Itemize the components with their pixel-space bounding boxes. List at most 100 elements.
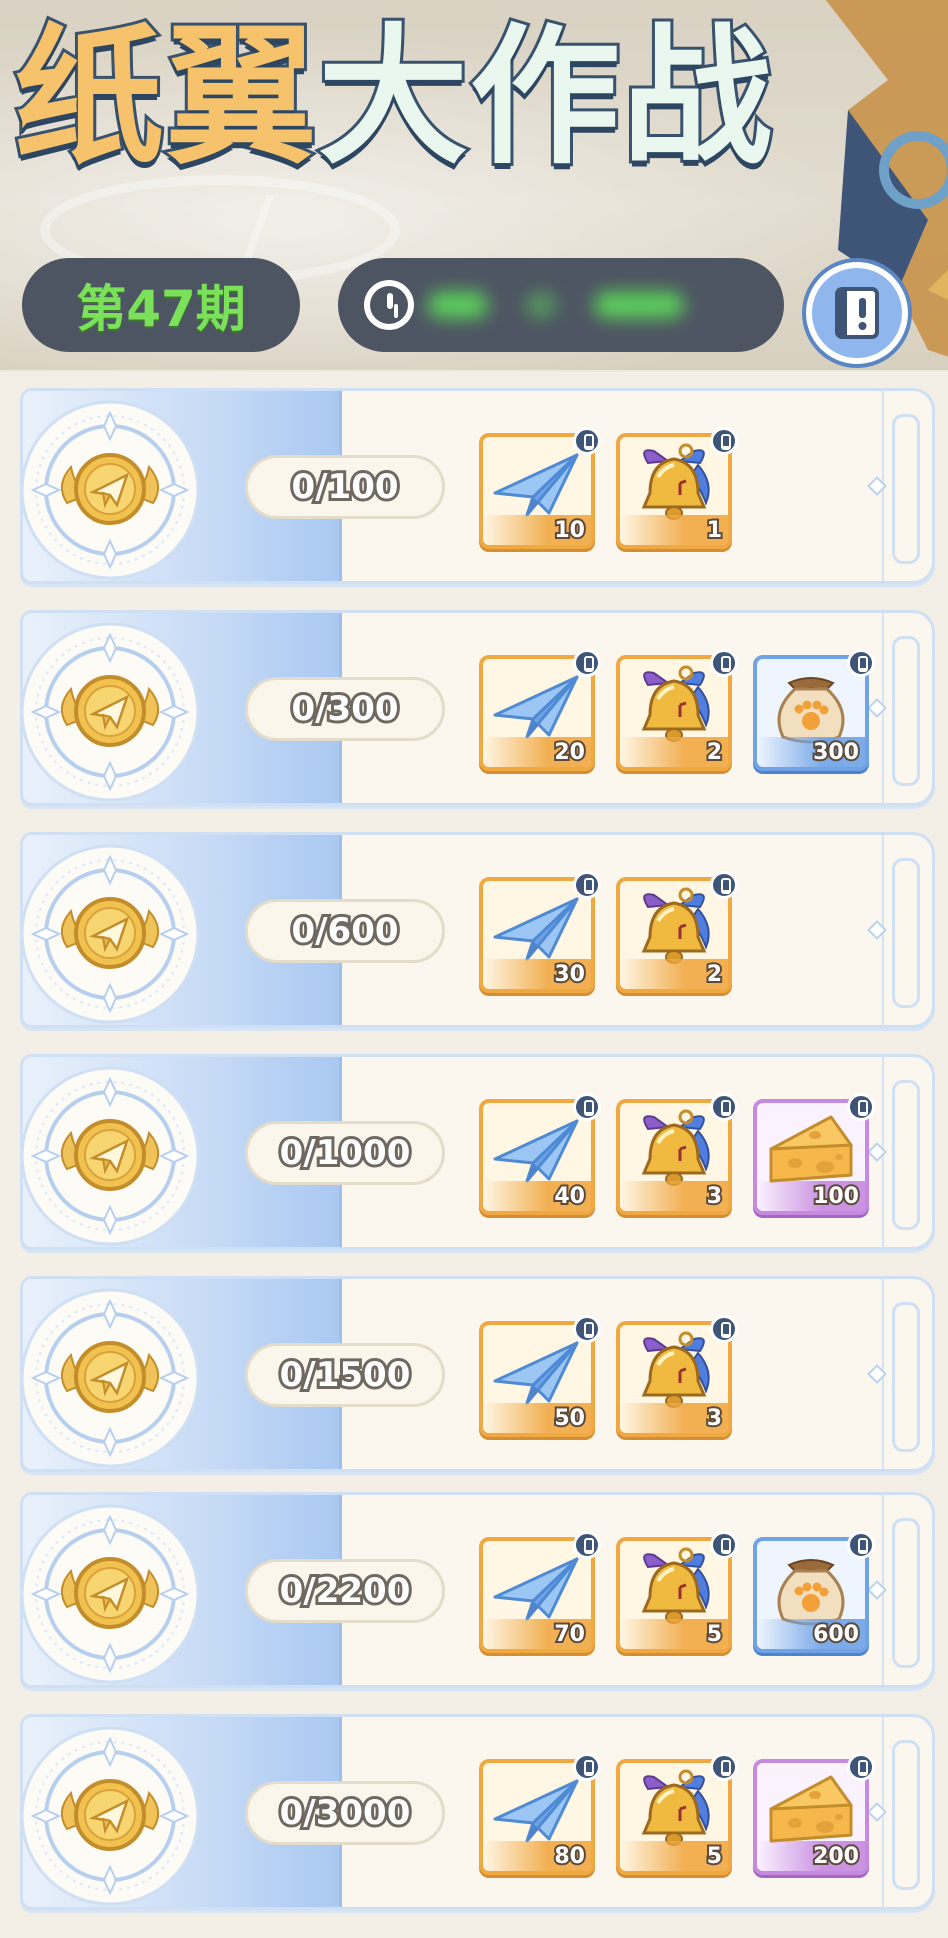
winged-coin-medal-icon — [20, 1499, 205, 1688]
item-quantity: 2 — [705, 738, 724, 767]
milestone-row: 0/100 10 1 — [20, 388, 935, 584]
item-quantity: 3 — [705, 1404, 724, 1433]
reward-item[interactable]: 50 — [479, 1315, 601, 1437]
rules-button[interactable] — [806, 262, 908, 364]
paper-plane-icon — [491, 1331, 583, 1413]
cheese-icon — [765, 1769, 857, 1851]
info-icon[interactable] — [710, 1753, 738, 1781]
progress-pill: 0/1500 — [245, 1343, 445, 1407]
cheese-icon — [765, 1109, 857, 1191]
info-icon[interactable] — [573, 427, 601, 455]
info-icon[interactable] — [847, 1753, 875, 1781]
clock-icon — [364, 280, 414, 330]
book-exclamation-icon — [835, 287, 879, 339]
golden-bell-icon — [628, 443, 720, 525]
item-quantity: 70 — [552, 1620, 587, 1649]
item-quantity: 200 — [811, 1842, 861, 1871]
reward-item[interactable]: 600 — [753, 1531, 875, 1653]
reward-items: 50 3 — [479, 1315, 738, 1437]
reward-item[interactable]: 1 — [616, 427, 738, 549]
item-quantity: 10 — [552, 516, 587, 545]
item-quantity: 30 — [552, 960, 587, 989]
paper-plane-icon — [491, 1109, 583, 1191]
reward-item[interactable]: 30 — [479, 871, 601, 993]
row-end-decoration — [882, 835, 932, 1025]
paper-plane-icon — [491, 887, 583, 969]
item-quantity: 100 — [811, 1182, 861, 1211]
milestone-row: 0/3000 80 5 200 — [20, 1714, 935, 1910]
golden-bell-icon — [628, 1769, 720, 1851]
paper-plane-icon — [491, 1547, 583, 1629]
reward-item[interactable]: 300 — [753, 649, 875, 771]
reward-item[interactable]: 40 — [479, 1093, 601, 1215]
paw-sack-icon — [765, 665, 857, 747]
info-icon[interactable] — [710, 649, 738, 677]
milestone-row: 0/2200 70 5 600 — [20, 1492, 935, 1688]
reward-items: 30 2 — [479, 871, 738, 993]
info-icon[interactable] — [710, 1531, 738, 1559]
paper-plane-icon — [491, 665, 583, 747]
item-quantity: 50 — [552, 1404, 587, 1433]
timer-redacted — [428, 292, 684, 318]
redacted-segment — [526, 292, 556, 318]
info-icon[interactable] — [573, 1093, 601, 1121]
reward-item[interactable]: 2 — [616, 649, 738, 771]
info-icon[interactable] — [847, 1531, 875, 1559]
paper-plane-icon — [491, 443, 583, 525]
golden-bell-icon — [628, 665, 720, 747]
reward-items: 20 2 300 — [479, 649, 875, 771]
golden-bell-icon — [628, 1547, 720, 1629]
milestone-row: 0/300 20 2 300 — [20, 610, 935, 806]
info-icon[interactable] — [573, 1753, 601, 1781]
golden-bell-icon — [628, 1109, 720, 1191]
info-icon[interactable] — [710, 1315, 738, 1343]
row-end-decoration — [882, 1279, 932, 1469]
info-icon[interactable] — [710, 427, 738, 455]
reward-item[interactable]: 100 — [753, 1093, 875, 1215]
reward-item[interactable]: 10 — [479, 427, 601, 549]
reward-item[interactable]: 5 — [616, 1531, 738, 1653]
reward-item[interactable]: 3 — [616, 1093, 738, 1215]
info-icon[interactable] — [573, 1315, 601, 1343]
item-quantity: 20 — [552, 738, 587, 767]
reward-items: 80 5 200 — [479, 1753, 875, 1875]
progress-pill: 0/100 — [245, 455, 445, 519]
info-icon[interactable] — [847, 649, 875, 677]
progress-value: 0/2200 — [277, 1568, 414, 1614]
golden-bell-icon — [628, 887, 720, 969]
row-end-decoration — [882, 1495, 932, 1685]
progress-value: 0/100 — [288, 464, 401, 510]
milestone-row: 0/600 30 2 — [20, 832, 935, 1028]
reward-item[interactable]: 80 — [479, 1753, 601, 1875]
issue-label: 第47期 — [76, 280, 246, 338]
title-part-1: 纸翼 — [11, 8, 319, 188]
winged-coin-medal-icon — [20, 839, 205, 1028]
winged-coin-medal-icon — [20, 1721, 205, 1910]
reward-item[interactable]: 20 — [479, 649, 601, 771]
paw-sack-icon — [765, 1547, 857, 1629]
info-icon[interactable] — [573, 1531, 601, 1559]
reward-item[interactable]: 2 — [616, 871, 738, 993]
item-quantity: 1 — [705, 516, 724, 545]
reward-item[interactable]: 200 — [753, 1753, 875, 1875]
reward-items: 10 1 — [479, 427, 738, 549]
info-icon[interactable] — [710, 871, 738, 899]
golden-bell-icon — [628, 1331, 720, 1413]
winged-coin-medal-icon — [20, 617, 205, 806]
item-quantity: 5 — [705, 1842, 724, 1871]
info-icon[interactable] — [710, 1093, 738, 1121]
info-icon[interactable] — [573, 871, 601, 899]
item-quantity: 5 — [705, 1620, 724, 1649]
winged-coin-medal-icon — [20, 1061, 205, 1250]
reward-item[interactable]: 3 — [616, 1315, 738, 1437]
event-header: 纸翼大作战 第47期 — [0, 0, 948, 370]
info-icon[interactable] — [573, 649, 601, 677]
item-quantity: 40 — [552, 1182, 587, 1211]
item-quantity: 2 — [705, 960, 724, 989]
progress-value: 0/1500 — [277, 1352, 414, 1398]
reward-item[interactable]: 5 — [616, 1753, 738, 1875]
info-icon[interactable] — [847, 1093, 875, 1121]
reward-item[interactable]: 70 — [479, 1531, 601, 1653]
progress-pill: 0/600 — [245, 899, 445, 963]
item-quantity: 300 — [811, 738, 861, 767]
